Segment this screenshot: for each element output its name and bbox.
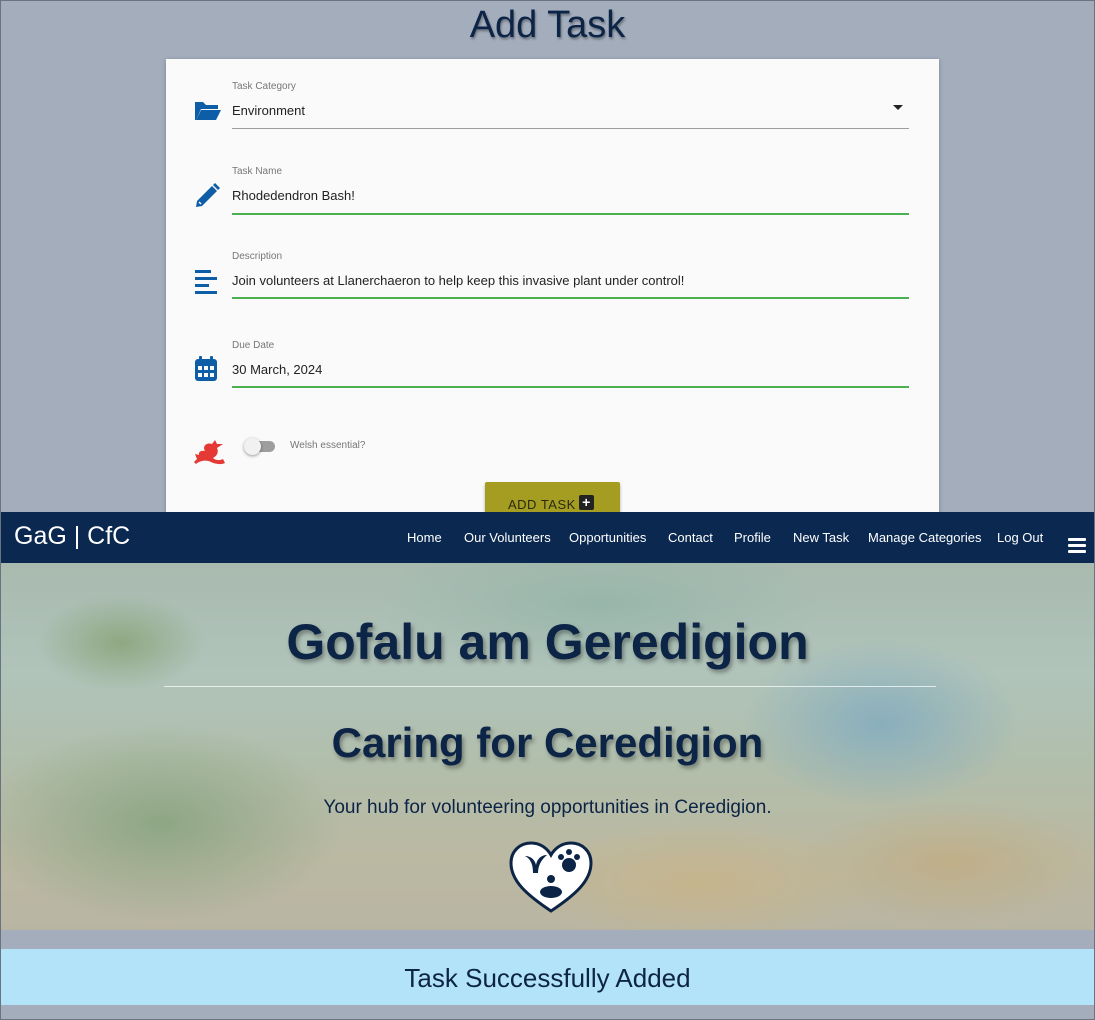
hamburger-menu-icon[interactable]: [1068, 538, 1086, 553]
chevron-down-icon: [893, 105, 903, 110]
brand-logo[interactable]: GaG | CfC: [14, 522, 130, 551]
add-task-button-label: ADD TASK: [508, 497, 576, 512]
description-underline: [232, 297, 909, 299]
text-lines-icon: [195, 270, 217, 294]
task-name-underline: [232, 213, 909, 215]
footer-band: [1, 1005, 1094, 1020]
description-field[interactable]: Description Join volunteers at Llanercha…: [232, 251, 909, 299]
toast-message: Task Successfully Added: [404, 963, 691, 993]
welsh-toggle-label: Welsh essential?: [290, 440, 366, 451]
category-value: Environment: [232, 103, 305, 118]
heart-logo-icon: [509, 841, 593, 913]
category-select[interactable]: Task Category Environment: [232, 81, 909, 129]
nav-contact[interactable]: Contact: [668, 530, 713, 545]
hero-title-english: Caring for Ceredigion: [331, 719, 764, 766]
nav-home[interactable]: Home: [407, 530, 442, 545]
hero-title-welsh: Gofalu am Geredigion: [286, 614, 809, 670]
task-name-label: Task Name: [232, 166, 283, 177]
task-name-field[interactable]: Task Name Rhodedendron Bash!: [232, 166, 909, 215]
due-date-field[interactable]: Due Date 30 March, 2024: [232, 340, 909, 389]
navbar: GaG | CfC Home Our Volunteers Opportunit…: [1, 512, 1094, 563]
category-label: Task Category: [232, 81, 296, 92]
category-underline: [232, 128, 909, 129]
due-date-underline: [232, 386, 909, 388]
pencil-icon: [196, 183, 220, 207]
folder-open-icon: [195, 102, 221, 120]
hero-subtitle: Your hub for volunteering opportunities …: [323, 797, 772, 818]
task-name-input[interactable]: Rhodedendron Bash!: [232, 188, 355, 203]
hero-divider: [164, 686, 936, 687]
due-date-label: Due Date: [232, 340, 275, 351]
success-toast: Task Successfully Added: [1, 949, 1094, 1005]
due-date-input[interactable]: 30 March, 2024: [232, 362, 322, 377]
calendar-icon: [195, 356, 217, 381]
welsh-toggle[interactable]: [244, 438, 261, 455]
separator-band: [1, 930, 1094, 949]
nav-our-volunteers[interactable]: Our Volunteers: [464, 530, 551, 545]
nav-profile[interactable]: Profile: [734, 530, 771, 545]
welsh-dragon-icon: [194, 440, 225, 465]
nav-opportunities[interactable]: Opportunities: [569, 530, 646, 545]
plus-icon: +: [579, 495, 594, 510]
description-input[interactable]: Join volunteers at Llanerchaeron to help…: [232, 273, 684, 288]
nav-log-out[interactable]: Log Out: [997, 530, 1043, 545]
page-title: Add Task: [469, 4, 626, 46]
nav-new-task[interactable]: New Task: [793, 530, 849, 545]
hero-banner: Gofalu am Geredigion Caring for Ceredigi…: [1, 563, 1094, 930]
nav-manage-categories[interactable]: Manage Categories: [868, 530, 981, 545]
description-label: Description: [232, 251, 283, 262]
